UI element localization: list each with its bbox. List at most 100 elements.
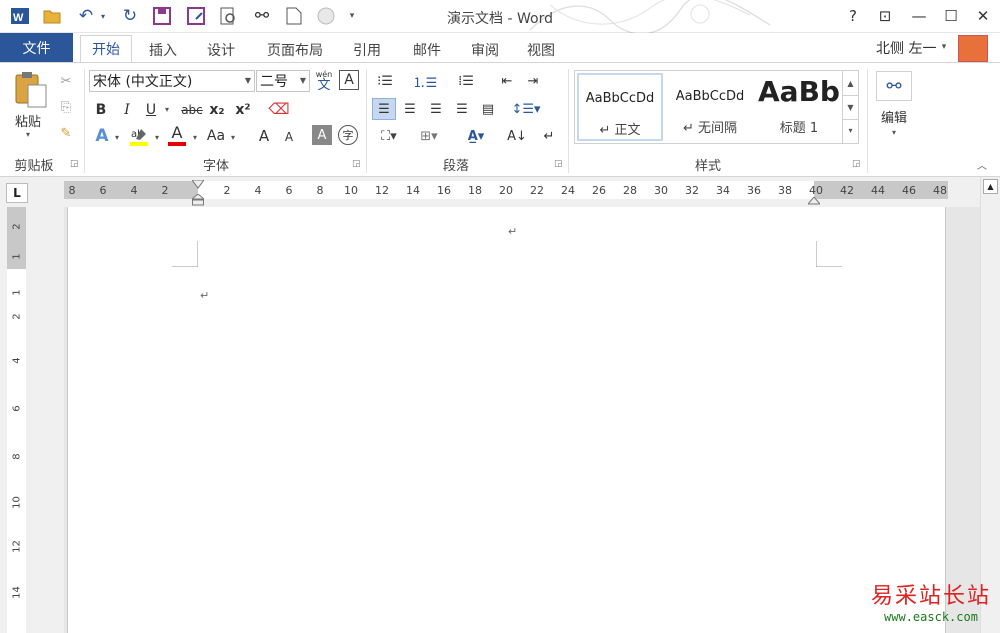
editing-dropdown-icon[interactable]: ▾ [888, 127, 900, 137]
numbering-icon[interactable]: ⒈☰ [410, 71, 440, 91]
ribbon-display-options-button[interactable]: ⊡ [872, 5, 898, 27]
underline-dropdown-icon[interactable]: ▾ [162, 103, 172, 115]
gallery-down-icon[interactable]: ▼ [843, 95, 858, 119]
redo-icon[interactable]: ↻ [118, 4, 142, 28]
paste-dropdown-icon[interactable]: ▾ [22, 129, 34, 139]
restore-button[interactable]: ☐ [938, 5, 964, 27]
font-color-dropdown-icon[interactable]: ▾ [190, 131, 200, 143]
scroll-up-icon[interactable]: ▲ [983, 179, 998, 194]
distributed-icon[interactable]: ▤ [476, 98, 500, 120]
grow-font-button[interactable]: A [254, 125, 274, 147]
tab-view[interactable]: 视图 [518, 37, 564, 62]
user-name[interactable]: 北侧 左一 [876, 38, 936, 58]
style-normal[interactable]: AaBbCcDd ↵ 正文 [577, 73, 663, 141]
italic-button[interactable]: I [118, 100, 136, 120]
font-color-button[interactable]: A [166, 123, 188, 147]
bullets-icon[interactable]: ⁝☰ [372, 71, 398, 91]
tab-review[interactable]: 审阅 [462, 37, 508, 62]
justify-icon[interactable]: ☰ [450, 98, 474, 120]
subscript-button[interactable]: x₂ [206, 100, 228, 120]
close-button[interactable]: ✕ [970, 5, 996, 27]
tab-home[interactable]: 开始 [80, 35, 132, 63]
decrease-indent-icon[interactable]: ⇤ [496, 71, 518, 91]
text-effects-icon[interactable]: A [92, 125, 112, 147]
font-size-combo[interactable]: 二号 ▼ [256, 70, 310, 92]
paste-icon[interactable] [10, 69, 50, 109]
change-case-dropdown-icon[interactable]: ▾ [228, 131, 238, 143]
minimize-button[interactable]: — [906, 5, 932, 27]
ruler-tick-label: 34 [716, 184, 730, 197]
multilevel-list-icon[interactable]: ⁞☰ [450, 71, 482, 91]
highlight-dropdown-icon[interactable]: ▾ [152, 131, 162, 143]
strikethrough-button[interactable]: abc [180, 100, 204, 120]
tab-references[interactable]: 引用 [344, 37, 390, 62]
styles-launcher-icon[interactable]: ◲ [852, 159, 861, 169]
tab-design[interactable]: 设计 [198, 37, 244, 62]
increase-indent-icon[interactable]: ⇥ [522, 71, 544, 91]
right-indent-marker[interactable] [806, 194, 822, 205]
tab-page-layout[interactable]: 页面布局 [258, 37, 332, 62]
style-heading-1[interactable]: AaBb 标题 1 [757, 73, 841, 141]
find-binoculars-icon[interactable]: ⚯ [250, 4, 274, 28]
vertical-ruler[interactable]: 2 1 1 2 4 6 8 10 12 14 [7, 207, 26, 633]
font-launcher-icon[interactable]: ◲ [352, 159, 361, 169]
collapse-ribbon-icon[interactable]: ︿ [974, 157, 990, 172]
character-shading-icon[interactable]: A [312, 125, 332, 145]
format-painter-icon[interactable]: ✎ [56, 123, 76, 143]
clear-formatting-icon[interactable]: ⌫ [268, 98, 290, 120]
sort-icon[interactable]: A↓ [506, 125, 528, 147]
touch-mode-icon[interactable] [314, 4, 338, 28]
paragraph-launcher-icon[interactable]: ◲ [554, 159, 563, 169]
help-button[interactable]: ? [840, 5, 866, 27]
tab-mailings[interactable]: 邮件 [404, 37, 450, 62]
user-dropdown-icon[interactable]: ▾ [938, 41, 950, 53]
align-center-icon[interactable]: ☰ [398, 98, 422, 120]
body-paragraph-mark[interactable]: ↵ [200, 289, 209, 302]
save-icon[interactable] [150, 4, 174, 28]
print-preview-icon[interactable] [216, 4, 240, 28]
gallery-up-icon[interactable]: ▲ [843, 71, 858, 95]
underline-button[interactable]: U [142, 100, 160, 120]
customize-quick-access-icon[interactable]: ▾ [344, 4, 360, 28]
borders-icon[interactable]: ⊞▾ [412, 125, 446, 147]
phonetic-guide-button[interactable]: wén 文 [314, 68, 334, 94]
highlight-icon[interactable]: ab [128, 125, 150, 147]
save-as-icon[interactable] [184, 4, 208, 28]
ribbon-tabs: 文件 开始 插入 设计 页面布局 引用 邮件 审阅 视图 北侧 左一 ▾ [0, 33, 1000, 63]
gallery-more-icon[interactable]: ▾ [843, 119, 858, 141]
text-effects-dropdown-icon[interactable]: ▾ [112, 131, 122, 143]
open-folder-icon[interactable] [40, 4, 64, 28]
character-border-icon[interactable]: A [339, 70, 359, 90]
shading-icon[interactable]: ⛶▾ [372, 125, 406, 147]
show-marks-icon[interactable]: ↵ [538, 125, 560, 147]
shrink-font-button[interactable]: A [280, 127, 298, 147]
undo-dropdown-icon[interactable]: ▾ [98, 4, 108, 28]
align-right-icon[interactable]: ☰ [424, 98, 448, 120]
paste-button[interactable]: 粘贴 [8, 111, 48, 130]
chinese-layout-icon[interactable]: A̲▾ [458, 125, 494, 147]
styles-gallery-scroll[interactable]: ▲ ▼ ▾ [842, 71, 858, 143]
change-case-button[interactable]: Aa [204, 125, 228, 147]
new-document-icon[interactable] [282, 4, 306, 28]
vertical-scrollbar[interactable]: ▲ [980, 177, 1000, 633]
tab-insert[interactable]: 插入 [140, 37, 186, 62]
line-spacing-icon[interactable]: ↕☰▾ [508, 98, 544, 120]
first-line-indent-marker[interactable] [191, 178, 205, 189]
find-binoculars-icon[interactable]: ⚯ [876, 71, 912, 101]
avatar[interactable] [958, 35, 988, 62]
superscript-button[interactable]: x² [232, 100, 254, 120]
style-no-spacing[interactable]: AaBbCcDd ↵ 无间隔 [667, 73, 753, 141]
enclose-characters-button[interactable]: 字 [338, 125, 358, 145]
bold-button[interactable]: B [92, 100, 110, 120]
left-indent-marker[interactable] [190, 193, 206, 206]
clipboard-launcher-icon[interactable]: ◲ [70, 159, 79, 169]
undo-icon[interactable]: ↶ [74, 4, 98, 28]
align-left-icon[interactable]: ☰ [372, 98, 396, 120]
tab-file[interactable]: 文件 [0, 33, 73, 62]
cut-icon[interactable]: ✂ [56, 71, 76, 91]
document-page[interactable]: ↵ ↵ [67, 207, 946, 633]
copy-icon[interactable]: ⎘ [56, 97, 76, 117]
editing-button[interactable]: 编辑 [872, 107, 916, 126]
tab-selector[interactable]: L [6, 183, 28, 203]
font-name-combo[interactable]: 宋体 (中文正文) ▼ [89, 70, 255, 92]
